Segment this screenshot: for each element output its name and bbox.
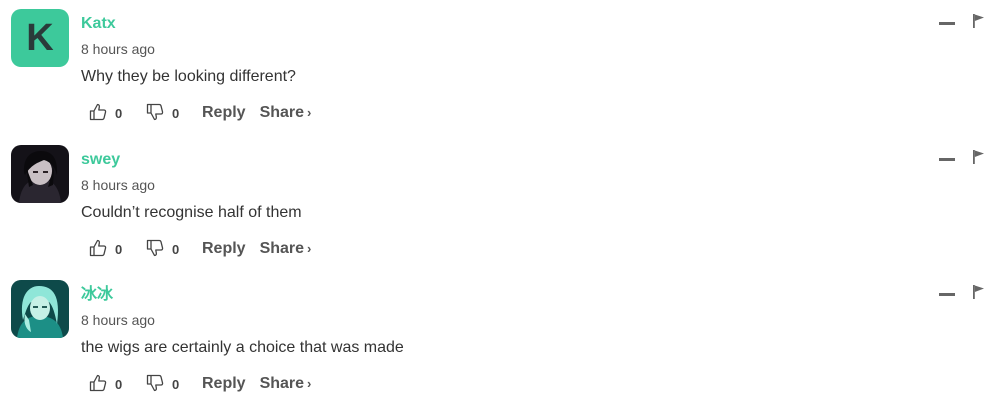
comment-item: 冰冰 8 hours ago the wigs are certainly a … <box>0 271 997 406</box>
flag-icon <box>973 150 984 164</box>
reply-button[interactable]: Reply <box>202 104 246 122</box>
thumbs-down-icon <box>146 239 164 260</box>
flag-button[interactable] <box>972 149 986 165</box>
flag-button[interactable] <box>972 284 986 300</box>
share-button[interactable]: Share › <box>260 104 312 122</box>
share-label: Share <box>259 240 305 257</box>
avatar-image <box>11 145 69 203</box>
reply-button[interactable]: Reply <box>202 240 246 258</box>
comment-username[interactable]: Katx <box>81 14 116 34</box>
upvote-count: 0 <box>115 105 123 121</box>
comment-timestamp: 8 hours ago <box>81 177 155 193</box>
comment-text: the wigs are certainly a choice that was… <box>81 339 404 356</box>
downvote-count: 0 <box>172 241 180 257</box>
comment-item: K Katx 8 hours ago Why they be looking d… <box>0 0 997 135</box>
avatar[interactable] <box>11 145 69 203</box>
share-button[interactable]: Share › <box>260 375 312 393</box>
thumbs-up-icon <box>89 103 107 124</box>
chevron-right-icon: › <box>307 105 312 120</box>
thumbs-up-icon <box>89 374 107 395</box>
thumbs-up-button[interactable]: 0 <box>89 103 146 124</box>
collapse-button[interactable] <box>939 22 955 25</box>
thumbs-down-button[interactable]: 0 <box>146 103 202 124</box>
thumbs-down-button[interactable]: 0 <box>146 239 202 260</box>
comment-actions: 0 0 Reply Share › <box>89 238 311 260</box>
flag-button[interactable] <box>972 13 986 29</box>
thumbs-up-button[interactable]: 0 <box>89 239 146 260</box>
collapse-button[interactable] <box>939 158 955 161</box>
flag-icon <box>973 14 984 28</box>
comment-timestamp: 8 hours ago <box>81 312 155 328</box>
collapse-button[interactable] <box>939 293 955 296</box>
chevron-right-icon: › <box>307 376 312 391</box>
share-button[interactable]: Share › <box>260 240 312 258</box>
upvote-count: 0 <box>115 376 123 392</box>
thumbs-down-icon <box>146 103 164 124</box>
comment-text: Couldn’t recognise half of them <box>81 204 302 221</box>
downvote-count: 0 <box>172 376 180 392</box>
comment-text: Why they be looking different? <box>81 68 296 85</box>
comment-item: swey 8 hours ago Couldn’t recognise half… <box>0 136 997 271</box>
share-label: Share <box>259 104 305 121</box>
comment-actions: 0 0 Reply Share › <box>89 373 311 395</box>
thumbs-down-icon <box>146 374 164 395</box>
avatar-letter: K <box>26 16 54 59</box>
thumbs-down-button[interactable]: 0 <box>146 374 202 395</box>
comment-username[interactable]: swey <box>81 150 120 170</box>
share-label: Share <box>259 375 305 392</box>
downvote-count: 0 <box>172 105 180 121</box>
comment-timestamp: 8 hours ago <box>81 41 155 57</box>
thumbs-up-button[interactable]: 0 <box>89 374 146 395</box>
avatar-image <box>11 280 69 338</box>
reply-button[interactable]: Reply <box>202 375 246 393</box>
thumbs-up-icon <box>89 239 107 260</box>
upvote-count: 0 <box>115 241 123 257</box>
comment-username[interactable]: 冰冰 <box>81 285 113 305</box>
flag-icon <box>973 285 984 299</box>
avatar[interactable]: K <box>11 9 69 67</box>
chevron-right-icon: › <box>307 241 312 256</box>
avatar[interactable] <box>11 280 69 338</box>
comment-actions: 0 0 Reply Share › <box>89 102 311 124</box>
